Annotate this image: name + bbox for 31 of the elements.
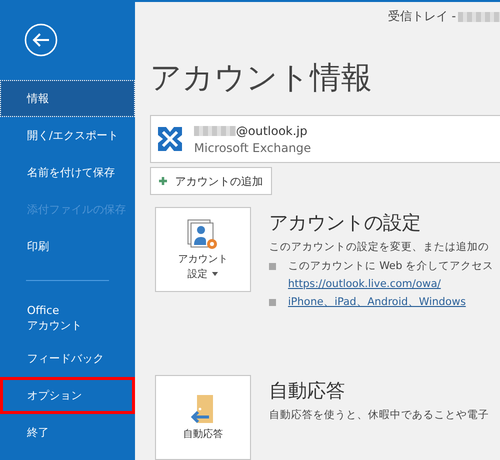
back-icon[interactable]	[24, 23, 58, 57]
tile-button[interactable]: 自動応答	[155, 375, 251, 460]
caret-icon	[210, 270, 218, 276]
section-title: 自動応答	[269, 379, 346, 404]
exchange-logo-icon	[156, 125, 184, 153]
section-description: このアカウントの設定を変更、または追加の	[269, 240, 490, 254]
add-account-button[interactable]: アカウントの追加	[150, 167, 272, 195]
page-heading: アカウント情報	[150, 59, 373, 98]
window-title: 受信トレイ -	[388, 8, 456, 25]
redacted-text	[458, 12, 500, 22]
sidebar-item[interactable]: オプション	[0, 377, 135, 414]
sidebar-item[interactable]: 印刷	[0, 228, 135, 265]
sidebar-item[interactable]: 開く/エクスポート	[0, 117, 135, 154]
sidebar-item[interactable]: フィードバック	[0, 340, 135, 377]
redacted-text	[194, 126, 236, 136]
plus-icon	[159, 177, 167, 185]
sidebar-item[interactable]: 終了	[0, 414, 135, 451]
account-email: @outlook.jp	[236, 124, 308, 138]
link[interactable]: iPhone、iPad、Android、Windows	[288, 295, 466, 309]
bullet-text: このアカウントに Web を介してアクセス	[288, 259, 494, 273]
account-settings-icon	[187, 218, 219, 250]
sidebar-item[interactable]: 情報	[0, 80, 135, 117]
sidebar-item[interactable]: Office アカウント	[0, 296, 135, 340]
section-description: 自動応答を使うと、休暇中であることや電子	[269, 408, 489, 422]
sidebar-item[interactable]: 名前を付けて保存	[0, 154, 135, 191]
bullet-icon	[269, 299, 276, 306]
link[interactable]: https://outlook.live.com/owa/	[288, 278, 494, 290]
bullet-icon	[269, 263, 276, 270]
section-title: アカウントの設定	[269, 211, 422, 236]
account-type: Microsoft Exchange	[194, 140, 312, 154]
tile-button[interactable]: アカウント 設定	[155, 207, 251, 292]
